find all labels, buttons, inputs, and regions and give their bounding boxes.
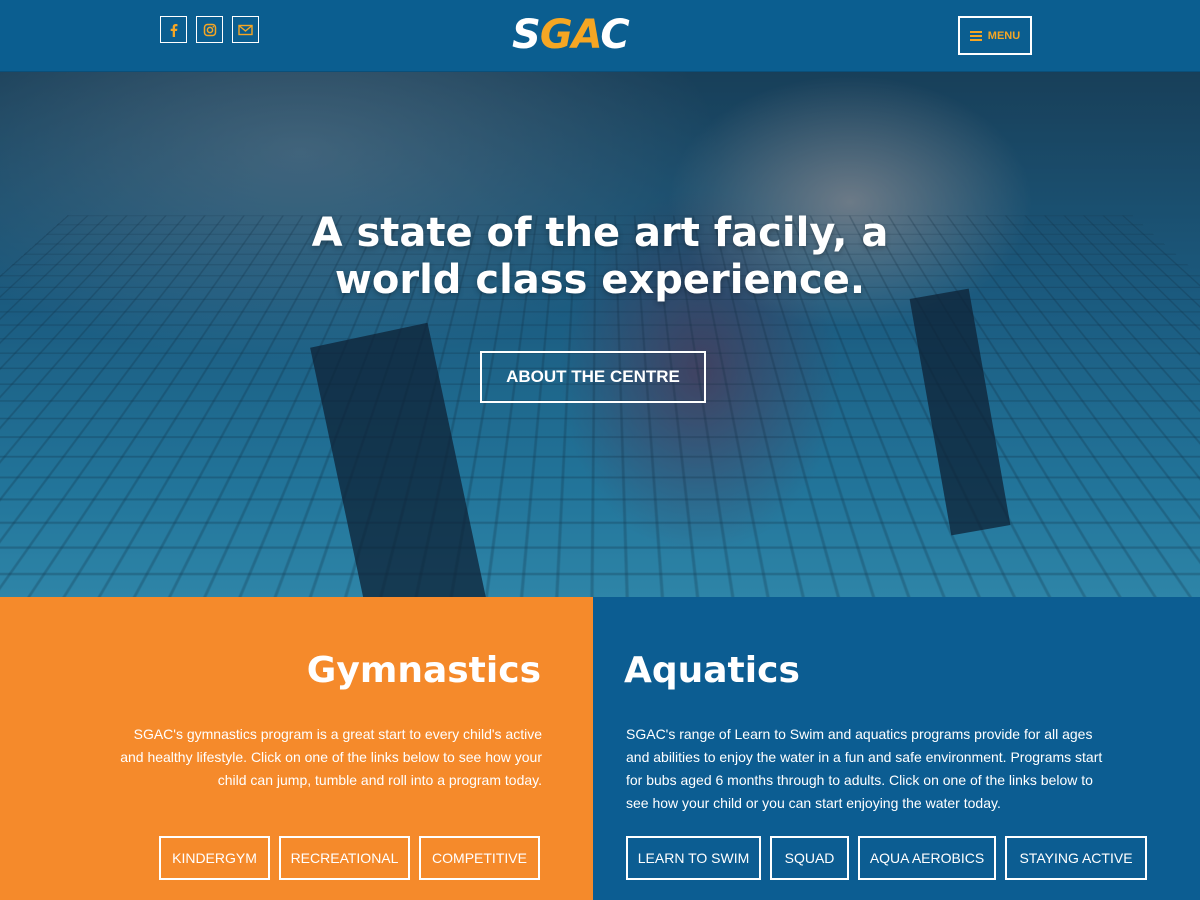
social-links [160, 16, 259, 43]
squad-button[interactable]: SQUAD [770, 836, 849, 880]
competitive-button[interactable]: COMPETITIVE [419, 836, 540, 880]
menu-label: MENU [987, 29, 1021, 42]
aqua-aerobics-button[interactable]: AQUA AEROBICS [858, 836, 996, 880]
hero-overlay [0, 72, 1200, 597]
email-button[interactable] [232, 16, 259, 43]
hero-banner: A state of the art facily, a world class… [0, 72, 1200, 597]
gymnastics-buttons: KINDERGYM RECREATIONAL COMPETITIVE [159, 836, 540, 880]
facebook-button[interactable] [160, 16, 187, 43]
menu-button[interactable]: MENU [958, 16, 1032, 55]
site-header: SGAC MENU [0, 0, 1200, 72]
gymnastics-title: Gymnastics [306, 650, 541, 691]
gymnastics-description: SGAC's gymnastics program is a great sta… [120, 726, 542, 788]
facebook-icon [168, 23, 180, 37]
instagram-icon [203, 23, 217, 37]
hamburger-icon [969, 31, 982, 41]
email-icon [238, 24, 253, 36]
gymnastics-section: Gymnastics SGAC's gymnastics program is … [0, 597, 593, 900]
hero-title: A state of the art facily, a world class… [200, 210, 1000, 304]
aquatics-description: SGAC's range of Learn to Swim and aquati… [626, 726, 1103, 811]
hero-title-line2: world class experience. [334, 257, 866, 303]
learn-to-swim-button[interactable]: LEARN TO SWIM [626, 836, 761, 880]
staying-active-button[interactable]: STAYING ACTIVE [1005, 836, 1147, 880]
logo-text: SGAC [512, 12, 630, 58]
about-centre-button[interactable]: ABOUT THE CENTRE [480, 351, 706, 403]
hero-title-line1: A state of the art facily, a [311, 210, 889, 256]
recreational-button[interactable]: RECREATIONAL [279, 836, 410, 880]
aquatics-title: Aquatics [624, 650, 800, 691]
aquatics-buttons: LEARN TO SWIM SQUAD AQUA AEROBICS STAYIN… [626, 836, 1147, 880]
aquatics-section: Aquatics SGAC's range of Learn to Swim a… [593, 597, 1200, 900]
instagram-button[interactable] [196, 16, 223, 43]
sgac-logo[interactable]: SGAC [512, 12, 682, 58]
kindergym-button[interactable]: KINDERGYM [159, 836, 270, 880]
